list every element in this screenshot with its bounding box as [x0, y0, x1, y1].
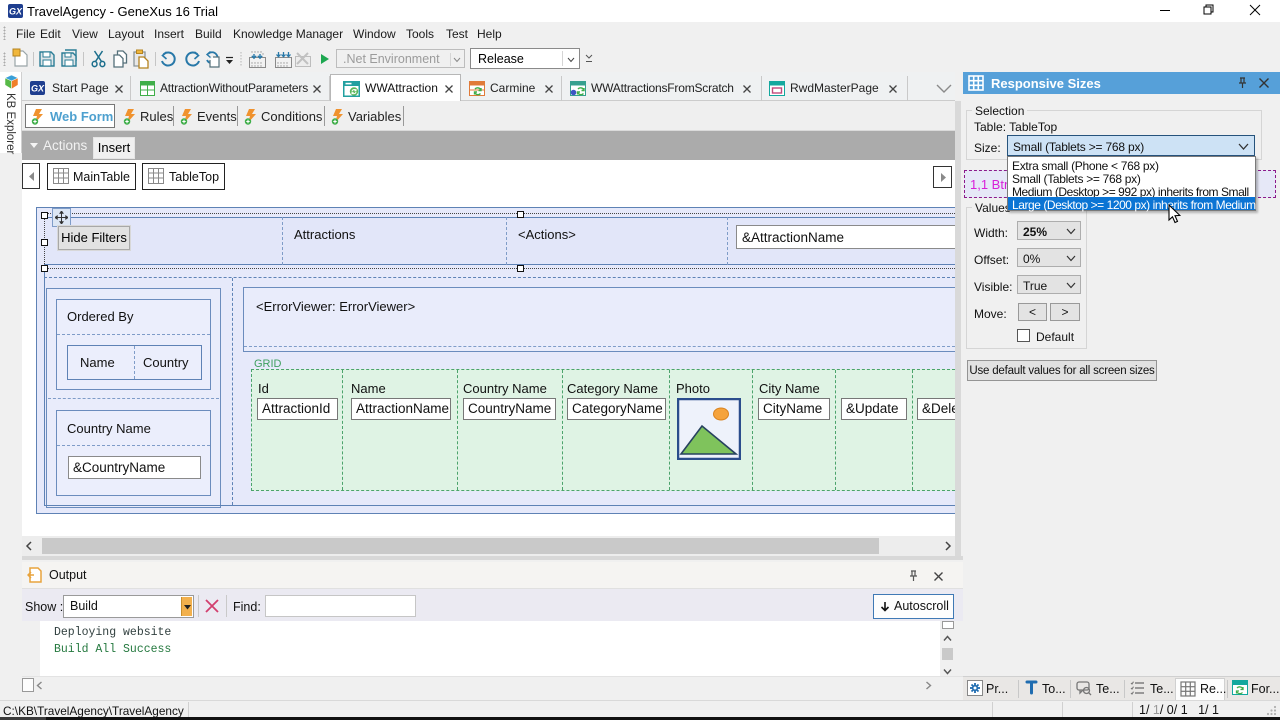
svg-text:GX: GX	[31, 84, 45, 94]
svg-text:GX: GX	[9, 7, 23, 17]
